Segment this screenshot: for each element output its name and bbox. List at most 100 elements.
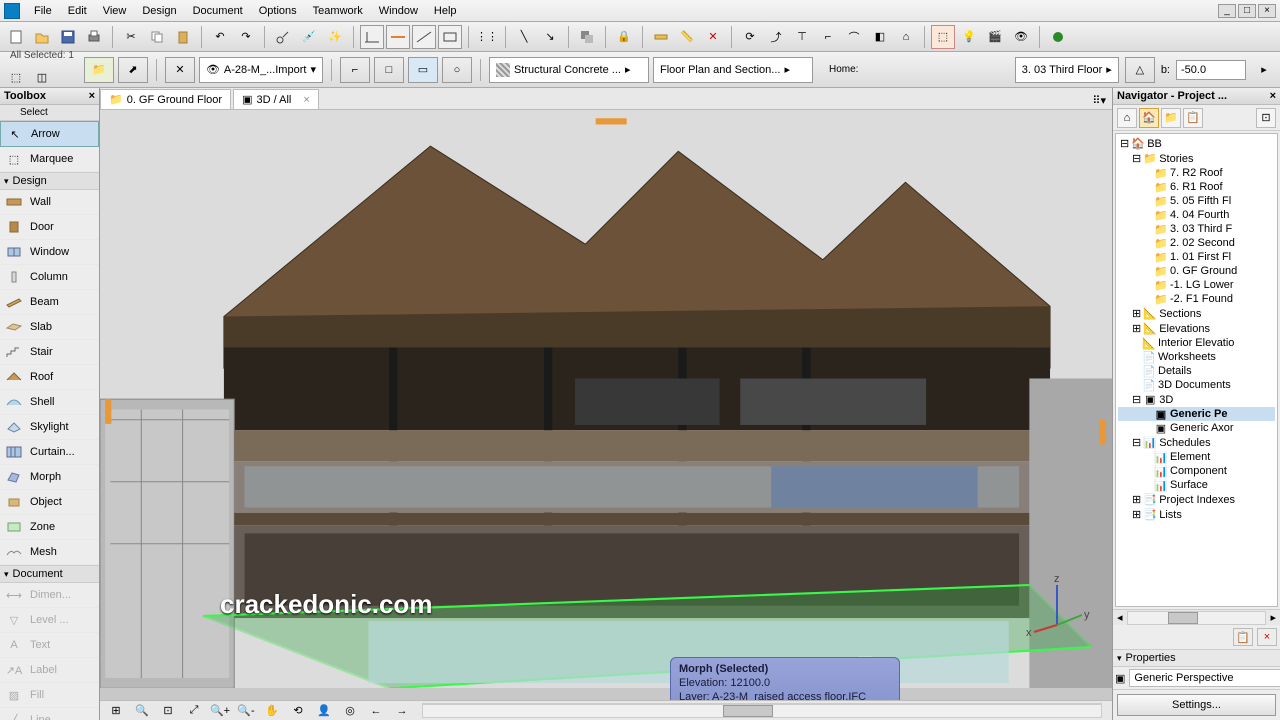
tool-fill[interactable]: ▨Fill: [0, 683, 99, 708]
render2-icon[interactable]: 💡: [957, 25, 981, 49]
maximize-icon[interactable]: □: [1238, 4, 1256, 18]
vb5-icon[interactable]: 🔍+: [208, 699, 232, 720]
vb3-icon[interactable]: ⊡: [156, 699, 180, 720]
vb7-icon[interactable]: ✋: [260, 699, 284, 720]
vb8-icon[interactable]: ⟲: [286, 699, 310, 720]
tool-arrow[interactable]: ↖Arrow: [0, 121, 99, 147]
sel-icon2[interactable]: ◫: [30, 66, 54, 90]
tool-slab[interactable]: Slab: [0, 315, 99, 340]
tool-zone[interactable]: Zone: [0, 515, 99, 540]
snap-mode2-icon[interactable]: [386, 25, 410, 49]
toolbox-document-header[interactable]: Document: [0, 565, 99, 583]
tool-skylight[interactable]: Skylight: [0, 415, 99, 440]
copy-icon[interactable]: [145, 25, 169, 49]
lock-icon[interactable]: 🔒: [612, 25, 636, 49]
edit5-icon[interactable]: ⌒: [842, 25, 866, 49]
tool-object[interactable]: Object: [0, 490, 99, 515]
settings-button[interactable]: Settings...: [1117, 694, 1276, 716]
guide1-icon[interactable]: ╲: [512, 25, 536, 49]
menu-design[interactable]: Design: [134, 2, 184, 20]
nav-publisher-icon[interactable]: 📋: [1183, 108, 1203, 128]
menu-edit[interactable]: Edit: [60, 2, 95, 20]
grid-icon[interactable]: ⋮⋮: [475, 25, 499, 49]
tool-window[interactable]: Window: [0, 240, 99, 265]
vb10-icon[interactable]: ◎: [338, 699, 362, 720]
tool-mesh[interactable]: Mesh: [0, 540, 99, 565]
vb9-icon[interactable]: 👤: [312, 699, 336, 720]
geometry3-icon[interactable]: ▭: [408, 57, 438, 83]
pen-dropdown[interactable]: Floor Plan and Section... ▸: [653, 57, 813, 83]
vb1-icon[interactable]: ⊞: [104, 699, 128, 720]
edit4-icon[interactable]: ⌐: [816, 25, 840, 49]
render3-icon[interactable]: 🎬: [983, 25, 1007, 49]
tab-ground-floor[interactable]: 📁0. GF Ground Floor: [100, 89, 231, 109]
tool-beam[interactable]: Beam: [0, 290, 99, 315]
group-icon[interactable]: [575, 25, 599, 49]
menu-document[interactable]: Document: [185, 2, 251, 20]
menu-help[interactable]: Help: [426, 2, 465, 20]
axis-widget-icon[interactable]: z y x: [1022, 570, 1092, 640]
pick-icon[interactable]: [271, 25, 295, 49]
tool-label[interactable]: ↗ALabel: [0, 658, 99, 683]
new-icon[interactable]: [4, 25, 28, 49]
paste-icon[interactable]: [171, 25, 195, 49]
undo-icon[interactable]: ↶: [208, 25, 232, 49]
tab-close-icon[interactable]: ×: [303, 94, 309, 106]
tool-wall[interactable]: Wall: [0, 190, 99, 215]
sel-icon1[interactable]: ⬚: [4, 66, 28, 90]
record-icon[interactable]: [1046, 25, 1070, 49]
open-icon[interactable]: [30, 25, 54, 49]
tab-options-icon[interactable]: ⠿▾: [1086, 92, 1112, 109]
minimize-icon[interactable]: _: [1218, 4, 1236, 18]
ruler-icon[interactable]: 📏: [675, 25, 699, 49]
3d-viewport[interactable]: Morph (Selected) Elevation: 12100.0 Laye…: [100, 110, 1112, 700]
tool-door[interactable]: Door: [0, 215, 99, 240]
geometry4-icon[interactable]: ○: [442, 57, 472, 83]
properties-name-input[interactable]: [1129, 669, 1280, 687]
layer-dropdown[interactable]: 👁 A-28-M_...Import ▾: [199, 57, 323, 83]
vb11-icon[interactable]: ←: [364, 699, 388, 720]
tab-3d-all[interactable]: ▣3D / All×: [233, 89, 319, 109]
menu-options[interactable]: Options: [251, 2, 305, 20]
story-dropdown[interactable]: 3. 03 Third Floor ▸: [1015, 57, 1119, 83]
toolbox-design-header[interactable]: Design: [0, 172, 99, 190]
render4-icon[interactable]: 👁: [1009, 25, 1033, 49]
nav-project-icon[interactable]: ⌂: [1117, 108, 1137, 128]
nav-viewmap-icon[interactable]: 🏠: [1139, 108, 1159, 128]
snap-mode1-icon[interactable]: [360, 25, 384, 49]
layer-visibility-icon[interactable]: ✕: [165, 57, 195, 83]
magic-wand-icon[interactable]: ✨: [323, 25, 347, 49]
eyedropper-icon[interactable]: 💉: [297, 25, 321, 49]
snap-mode4-icon[interactable]: [438, 25, 462, 49]
save-icon[interactable]: [56, 25, 80, 49]
menu-teamwork[interactable]: Teamwork: [305, 2, 371, 20]
vb4-icon[interactable]: ⤢: [182, 699, 206, 720]
geometry1-icon[interactable]: ⌐: [340, 57, 370, 83]
edit6-icon[interactable]: ◧: [868, 25, 892, 49]
vb6-icon[interactable]: 🔍-: [234, 699, 258, 720]
b-stepper-icon[interactable]: ▸: [1252, 58, 1276, 82]
tool-shell[interactable]: Shell: [0, 390, 99, 415]
tool-marquee[interactable]: ⬚Marquee: [0, 147, 99, 172]
redo-icon[interactable]: ↷: [234, 25, 258, 49]
edit2-icon[interactable]: ⤴: [764, 25, 788, 49]
snap-mode3-icon[interactable]: [412, 25, 436, 49]
material-dropdown[interactable]: Structural Concrete ... ▸: [489, 57, 649, 83]
tool-morph[interactable]: Morph: [0, 465, 99, 490]
tool-line[interactable]: ╱Line: [0, 708, 99, 720]
tool-roof[interactable]: Roof: [0, 365, 99, 390]
cut-icon[interactable]: ✂: [119, 25, 143, 49]
menu-view[interactable]: View: [95, 2, 135, 20]
edit1-icon[interactable]: ⟳: [738, 25, 762, 49]
geometry2-icon[interactable]: □: [374, 57, 404, 83]
vb2-icon[interactable]: 🔍: [130, 699, 154, 720]
measure-icon[interactable]: [649, 25, 673, 49]
tool-column[interactable]: Column: [0, 265, 99, 290]
tool-level[interactable]: ▽Level ...: [0, 608, 99, 633]
favorites-icon[interactable]: 📁: [84, 57, 114, 83]
guide2-icon[interactable]: ↘: [538, 25, 562, 49]
toolbox-close-icon[interactable]: ×: [89, 90, 95, 102]
tool-stair[interactable]: Stair: [0, 340, 99, 365]
print-icon[interactable]: [82, 25, 106, 49]
tool-curtain-wall[interactable]: Curtain...: [0, 440, 99, 465]
